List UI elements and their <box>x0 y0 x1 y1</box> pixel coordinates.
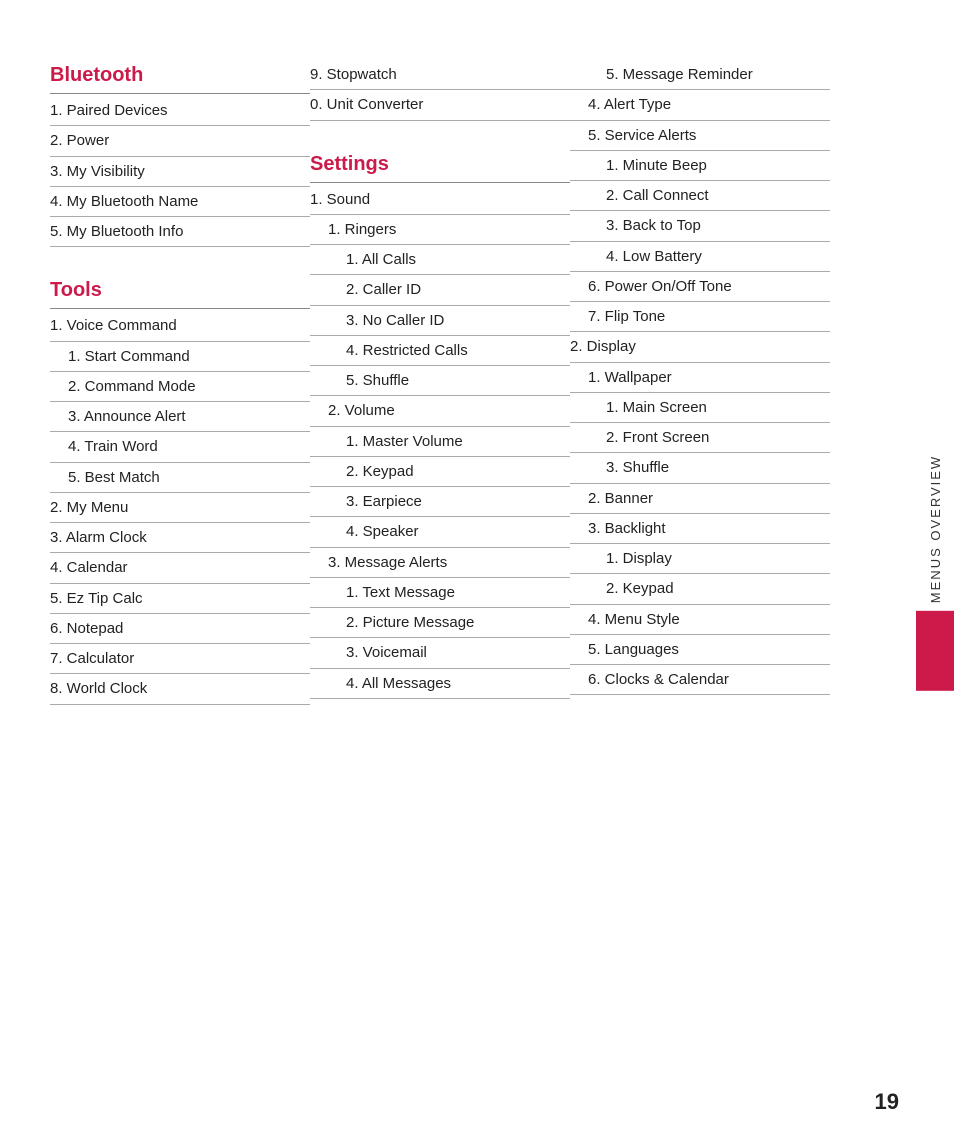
list-item: 4. Menu Style <box>570 605 830 635</box>
list-item: 8. World Clock <box>50 674 310 704</box>
list-item: 2. Volume <box>310 396 570 426</box>
list-item: 1. Display <box>570 544 830 574</box>
list-item: 1. Voice Command <box>50 311 310 341</box>
list-item: 2. My Menu <box>50 493 310 523</box>
list-item: 2. Front Screen <box>570 423 830 453</box>
list-item: 1. All Calls <box>310 245 570 275</box>
column-3: 5. Message Reminder 4. Alert Type 5. Ser… <box>570 60 830 705</box>
list-item: 3. Back to Top <box>570 211 830 241</box>
list-item: 2. Keypad <box>310 457 570 487</box>
side-tab-bar <box>916 611 954 691</box>
list-item: 1. Main Screen <box>570 393 830 423</box>
list-item: 3. Voicemail <box>310 638 570 668</box>
list-item: 3. Shuffle <box>570 453 830 483</box>
list-item: 7. Calculator <box>50 644 310 674</box>
list-item: 5. Shuffle <box>310 366 570 396</box>
list-item: 5. Best Match <box>50 463 310 493</box>
list-item: 6. Notepad <box>50 614 310 644</box>
list-item: 5. My Bluetooth Info <box>50 217 310 247</box>
list-item: 4. Low Battery <box>570 242 830 272</box>
list-item: 0. Unit Converter <box>310 90 570 120</box>
side-tab-text: Menus Overview <box>928 454 943 602</box>
list-item: 1. Paired Devices <box>50 96 310 126</box>
list-item: 3. Alarm Clock <box>50 523 310 553</box>
list-item: 2. Call Connect <box>570 181 830 211</box>
list-item: 3. No Caller ID <box>310 306 570 336</box>
list-item: 3. Earpiece <box>310 487 570 517</box>
list-item: 6. Clocks & Calendar <box>570 665 830 695</box>
list-item: 4. Alert Type <box>570 90 830 120</box>
list-item: 5. Languages <box>570 635 830 665</box>
list-item: 5. Service Alerts <box>570 121 830 151</box>
list-item: 4. All Messages <box>310 669 570 699</box>
list-item: 6. Power On/Off Tone <box>570 272 830 302</box>
bluetooth-header: Bluetooth <box>50 64 310 87</box>
list-item: 5. Ez Tip Calc <box>50 584 310 614</box>
list-item: 5. Message Reminder <box>570 60 830 90</box>
list-item: 4. Train Word <box>50 432 310 462</box>
list-item: 2. Keypad <box>570 574 830 604</box>
list-item: 3. Message Alerts <box>310 548 570 578</box>
list-item: 4. Speaker <box>310 517 570 547</box>
tools-section: Tools 1. Voice Command 1. Start Command … <box>50 279 310 704</box>
list-item: 7. Flip Tone <box>570 302 830 332</box>
list-item: 2. Command Mode <box>50 372 310 402</box>
list-item: 4. My Bluetooth Name <box>50 187 310 217</box>
list-item: 3. My Visibility <box>50 157 310 187</box>
bluetooth-section: Bluetooth 1. Paired Devices 2. Power 3. … <box>50 64 310 247</box>
column-1: Bluetooth 1. Paired Devices 2. Power 3. … <box>50 60 310 705</box>
list-item: 1. Text Message <box>310 578 570 608</box>
list-item: 2. Picture Message <box>310 608 570 638</box>
settings-section: Settings 1. Sound 1. Ringers 1. All Call… <box>310 153 570 699</box>
settings-header: Settings <box>310 153 570 176</box>
list-item: 2. Banner <box>570 484 830 514</box>
list-item: 3. Announce Alert <box>50 402 310 432</box>
list-item: 9. Stopwatch <box>310 60 570 90</box>
list-item: 2. Power <box>50 126 310 156</box>
list-item: 4. Calendar <box>50 553 310 583</box>
tools-header: Tools <box>50 279 310 302</box>
list-item: 1. Ringers <box>310 215 570 245</box>
list-item: 1. Start Command <box>50 342 310 372</box>
list-item: 2. Caller ID <box>310 275 570 305</box>
list-item: 1. Sound <box>310 185 570 215</box>
list-item: 1. Wallpaper <box>570 363 830 393</box>
list-item: 2. Display <box>570 332 830 362</box>
list-item: 4. Restricted Calls <box>310 336 570 366</box>
page-number: 19 <box>875 1089 899 1115</box>
tools-continued: 9. Stopwatch 0. Unit Converter <box>310 60 570 121</box>
side-tab: Menus Overview <box>916 454 954 690</box>
list-item: 3. Backlight <box>570 514 830 544</box>
settings-continued: 5. Message Reminder 4. Alert Type 5. Ser… <box>570 60 830 695</box>
list-item: 1. Minute Beep <box>570 151 830 181</box>
list-item: 1. Master Volume <box>310 427 570 457</box>
column-2: 9. Stopwatch 0. Unit Converter Settings … <box>310 60 570 705</box>
